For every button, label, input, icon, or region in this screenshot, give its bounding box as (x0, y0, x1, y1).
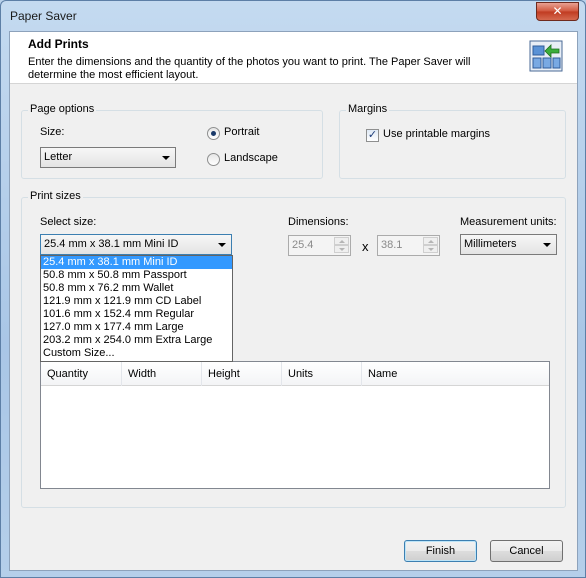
print-size-value: 25.4 mm x 38.1 mm Mini ID (44, 238, 179, 250)
width-stepper[interactable]: 25.4 (288, 235, 351, 256)
chevron-down-icon (543, 243, 551, 247)
prints-table[interactable]: Quantity Width Height Units Name (40, 361, 550, 489)
list-item[interactable]: 203.2 mm x 254.0 mm Extra Large (41, 334, 232, 347)
height-stepper[interactable]: 38.1 (377, 235, 440, 256)
page-size-value: Letter (44, 151, 73, 163)
column-header-quantity[interactable]: Quantity (41, 362, 122, 386)
dimensions-label: Dimensions: (288, 216, 349, 228)
use-printable-margins-label[interactable]: Use printable margins (383, 128, 490, 140)
print-size-select[interactable]: 25.4 mm x 38.1 mm Mini ID (40, 234, 232, 255)
chevron-down-icon (218, 243, 226, 247)
chevron-down-icon (162, 156, 170, 160)
times-symbol: x (362, 239, 369, 254)
list-item[interactable]: 50.8 mm x 76.2 mm Wallet (41, 282, 232, 295)
close-button[interactable]: ✕ (536, 2, 579, 21)
window-title: Paper Saver (10, 9, 77, 23)
landscape-label[interactable]: Landscape (224, 152, 278, 164)
margins-group: Margins ✓ Use printable margins (339, 103, 566, 179)
width-stepper-buttons (334, 237, 349, 254)
height-value: 38.1 (381, 239, 403, 251)
spin-down-icon[interactable] (423, 245, 438, 253)
width-value: 25.4 (292, 239, 314, 251)
page-options-label: Page options (28, 103, 97, 115)
portrait-radio[interactable] (207, 127, 220, 140)
print-sizes-label: Print sizes (28, 190, 83, 202)
page-size-select[interactable]: Letter (40, 147, 176, 168)
column-header-width[interactable]: Width (122, 362, 202, 386)
header-title: Add Prints (28, 37, 89, 51)
paper-saver-window: Paper Saver ✕ Add Prints Enter the dimen… (0, 0, 586, 578)
list-item[interactable]: 121.9 mm x 121.9 mm CD Label (41, 295, 232, 308)
measurement-units-label: Measurement units: (460, 216, 557, 228)
list-item[interactable]: 25.4 mm x 38.1 mm Mini ID (41, 256, 232, 269)
dialog-header: Add Prints Enter the dimensions and the … (10, 32, 577, 84)
column-header-units[interactable]: Units (282, 362, 362, 386)
list-item[interactable]: 127.0 mm x 177.4 mm Large (41, 321, 232, 334)
measurement-units-select[interactable]: Millimeters (460, 234, 557, 255)
table-header: Quantity Width Height Units Name (41, 362, 549, 386)
list-item[interactable]: Custom Size... (41, 347, 232, 360)
header-description: Enter the dimensions and the quantity of… (28, 56, 471, 81)
print-size-dropdown-list[interactable]: 25.4 mm x 38.1 mm Mini ID 50.8 mm x 50.8… (40, 255, 233, 362)
dialog-client-area: Add Prints Enter the dimensions and the … (9, 31, 578, 571)
spin-up-icon[interactable] (334, 237, 349, 245)
column-header-name[interactable]: Name (362, 362, 549, 386)
spin-up-icon[interactable] (423, 237, 438, 245)
measurement-units-value: Millimeters (464, 238, 517, 250)
height-stepper-buttons (423, 237, 438, 254)
add-prints-icon (529, 40, 563, 72)
close-icon: ✕ (552, 4, 563, 18)
page-options-group: Page options Size: Letter Portrait Lands… (21, 103, 323, 179)
finish-button[interactable]: Finish (404, 540, 477, 562)
list-item[interactable]: 50.8 mm x 50.8 mm Passport (41, 269, 232, 282)
column-header-height[interactable]: Height (202, 362, 282, 386)
cancel-button[interactable]: Cancel (490, 540, 563, 562)
portrait-label[interactable]: Portrait (224, 126, 259, 138)
use-printable-margins-checkbox[interactable]: ✓ (366, 129, 379, 142)
list-item[interactable]: 101.6 mm x 152.4 mm Regular (41, 308, 232, 321)
landscape-radio[interactable] (207, 153, 220, 166)
spin-down-icon[interactable] (334, 245, 349, 253)
select-size-label: Select size: (40, 216, 97, 228)
size-label: Size: (40, 126, 65, 138)
margins-label: Margins (346, 103, 390, 115)
title-bar[interactable]: Paper Saver ✕ (1, 1, 585, 31)
